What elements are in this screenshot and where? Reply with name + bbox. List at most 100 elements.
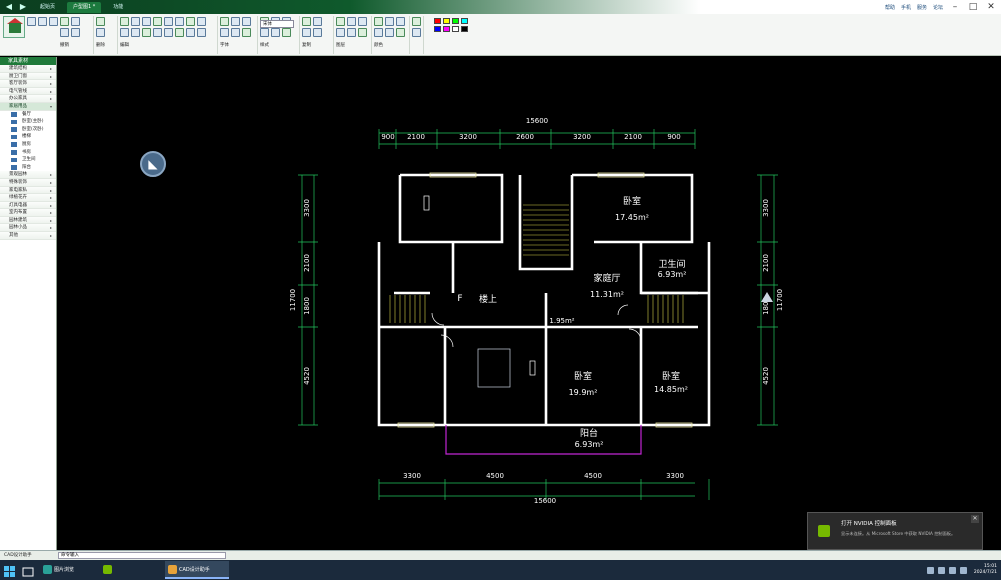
ribbon-tool-icon[interactable]	[175, 28, 184, 37]
ribbon-tool-icon[interactable]	[358, 17, 367, 26]
navigation-float-button[interactable]: ◣	[140, 151, 166, 177]
ribbon-tool-icon[interactable]	[336, 17, 345, 26]
ribbon-tool-icon[interactable]	[120, 28, 129, 37]
sidebar-category[interactable]: 家居用品 ▾	[0, 102, 56, 111]
tray-network-icon[interactable]	[937, 566, 945, 574]
font-select[interactable]: 宋体	[260, 20, 294, 28]
ribbon-tool-icon[interactable]	[396, 17, 405, 26]
ribbon-tool-icon[interactable]	[120, 17, 129, 26]
close-icon[interactable]: ✕	[985, 1, 997, 13]
forward-icon[interactable]: ▶	[18, 2, 28, 12]
ribbon-tool-icon[interactable]	[231, 17, 240, 26]
ribbon-tool-icon[interactable]	[164, 28, 173, 37]
ribbon-tool-icon[interactable]	[336, 28, 345, 37]
color-swatch[interactable]	[461, 18, 468, 24]
ribbon-tool-icon[interactable]	[358, 28, 367, 37]
color-swatch[interactable]	[452, 18, 459, 24]
command-input[interactable]: 命令输入	[58, 552, 226, 559]
ribbon-tool-icon[interactable]	[71, 28, 80, 37]
ribbon-tool-icon[interactable]	[71, 17, 80, 26]
sidebar-category[interactable]: 绿植花卉 ▸	[0, 194, 56, 202]
sidebar-subitem[interactable]: 楼梯	[0, 133, 56, 141]
color-swatch[interactable]	[443, 18, 450, 24]
help-link[interactable]: 帮助	[885, 4, 895, 11]
ribbon-tool-icon[interactable]	[347, 17, 356, 26]
sidebar-category[interactable]: 办公家具 ▸	[0, 95, 56, 103]
color-swatch[interactable]	[443, 26, 450, 32]
ribbon-tool-icon[interactable]	[385, 17, 394, 26]
tab-start[interactable]: 起始页	[34, 2, 61, 13]
ribbon-tool-icon[interactable]	[412, 28, 421, 37]
color-swatch[interactable]	[434, 18, 441, 24]
sidebar-header[interactable]: 家具素材	[0, 57, 56, 65]
mobile-link[interactable]: 手机	[901, 4, 911, 11]
ribbon-tool-icon[interactable]	[60, 17, 69, 26]
ribbon-tool-icon[interactable]	[131, 17, 140, 26]
sidebar-subitem[interactable]: 卫生间	[0, 156, 56, 164]
toast-close-icon[interactable]: ✕	[971, 515, 979, 523]
taskbar-item-cad[interactable]: CAD设计助手	[165, 561, 229, 579]
drawing-canvas[interactable]: 900 2100 3200 2600 3200 2100 900 15600 3300 4500 4…	[58, 57, 1001, 550]
ribbon-tool-icon[interactable]	[142, 28, 151, 37]
color-swatch[interactable]	[434, 26, 441, 32]
ribbon-tool-icon[interactable]	[302, 28, 311, 37]
ribbon-tool-icon[interactable]	[186, 28, 195, 37]
ribbon-tool-icon[interactable]	[242, 17, 251, 26]
ribbon-tool-icon[interactable]	[242, 28, 251, 37]
ribbon-tool-icon[interactable]	[96, 28, 105, 37]
ribbon-tool-icon[interactable]	[313, 17, 322, 26]
sidebar-subitem[interactable]: 卧室(主卧)	[0, 118, 56, 126]
sidebar-subitem[interactable]: 厨房	[0, 141, 56, 149]
sidebar-category[interactable]: 厨卫门窗 ▸	[0, 72, 56, 81]
sidebar-subitem[interactable]: 阳台	[0, 164, 56, 172]
sidebar-subitem[interactable]: 餐厅	[0, 111, 56, 119]
minimize-icon[interactable]: –	[949, 1, 961, 13]
sidebar-category[interactable]: 室内布置 ▸	[0, 209, 56, 217]
ribbon-tool-icon[interactable]	[60, 28, 69, 37]
back-icon[interactable]: ◀	[4, 2, 14, 12]
sidebar-category[interactable]: 电气管线 ▸	[0, 87, 56, 96]
maximize-icon[interactable]: □	[967, 1, 979, 13]
ribbon-tool-icon[interactable]	[412, 17, 421, 26]
taskbar-item-images[interactable]: 图片浏览	[40, 561, 94, 579]
quick-access-icon[interactable]	[38, 17, 47, 26]
ribbon-tool-icon[interactable]	[153, 28, 162, 37]
ribbon-tool-icon[interactable]	[313, 28, 322, 37]
ribbon-tool-icon[interactable]	[153, 17, 162, 26]
sidebar-category[interactable]: 灯具电器 ▸	[0, 201, 56, 210]
ribbon-tool-icon[interactable]	[396, 28, 405, 37]
ribbon-tool-icon[interactable]	[302, 17, 311, 26]
task-view-icon[interactable]	[22, 563, 34, 577]
sidebar-category[interactable]: 景观园林 ▸	[0, 171, 56, 179]
sidebar-category[interactable]: 特殊装饰 ▸	[0, 178, 56, 187]
sidebar-category[interactable]: 园林小品 ▸	[0, 224, 56, 233]
ribbon-tool-icon[interactable]	[220, 17, 229, 26]
quick-access-icon[interactable]	[27, 17, 36, 26]
ribbon-tool-icon[interactable]	[175, 17, 184, 26]
ribbon-tool-icon[interactable]	[385, 28, 394, 37]
ribbon-tool-icon[interactable]	[282, 28, 291, 37]
taskbar-clock[interactable]: 15:01 2024/7/21	[974, 564, 997, 576]
forum-link[interactable]: 论坛	[933, 4, 943, 11]
ribbon-tool-icon[interactable]	[374, 28, 383, 37]
ribbon-tool-icon[interactable]	[197, 28, 206, 37]
ribbon-tool-icon[interactable]	[96, 17, 105, 26]
color-swatch[interactable]	[461, 26, 468, 32]
tray-battery-icon[interactable]	[959, 566, 967, 574]
ribbon-tool-icon[interactable]	[142, 17, 151, 26]
tab-functions[interactable]: 功能	[107, 2, 129, 13]
ribbon-tool-icon[interactable]	[271, 28, 280, 37]
sidebar-subitem[interactable]: 卧室(次卧)	[0, 126, 56, 134]
sidebar-category[interactable]: 园林建筑 ▸	[0, 216, 56, 225]
ribbon-tool-icon[interactable]	[347, 28, 356, 37]
ribbon-tool-icon[interactable]	[231, 28, 240, 37]
color-swatch[interactable]	[452, 26, 459, 32]
ribbon-tool-icon[interactable]	[260, 28, 269, 37]
sidebar-category[interactable]: 其他 ▸	[0, 232, 56, 240]
notification-toast[interactable]: 打开 NVIDIA 控制面板 显示未连接。从 Microsoft Store 中…	[807, 512, 983, 550]
sidebar-category[interactable]: 建筑结构 ▸	[0, 65, 56, 73]
tray-volume-icon[interactable]	[948, 566, 956, 574]
sidebar-subitem[interactable]: 书房	[0, 149, 56, 157]
quick-access-icon[interactable]	[49, 17, 58, 26]
ribbon-tool-icon[interactable]	[374, 17, 383, 26]
